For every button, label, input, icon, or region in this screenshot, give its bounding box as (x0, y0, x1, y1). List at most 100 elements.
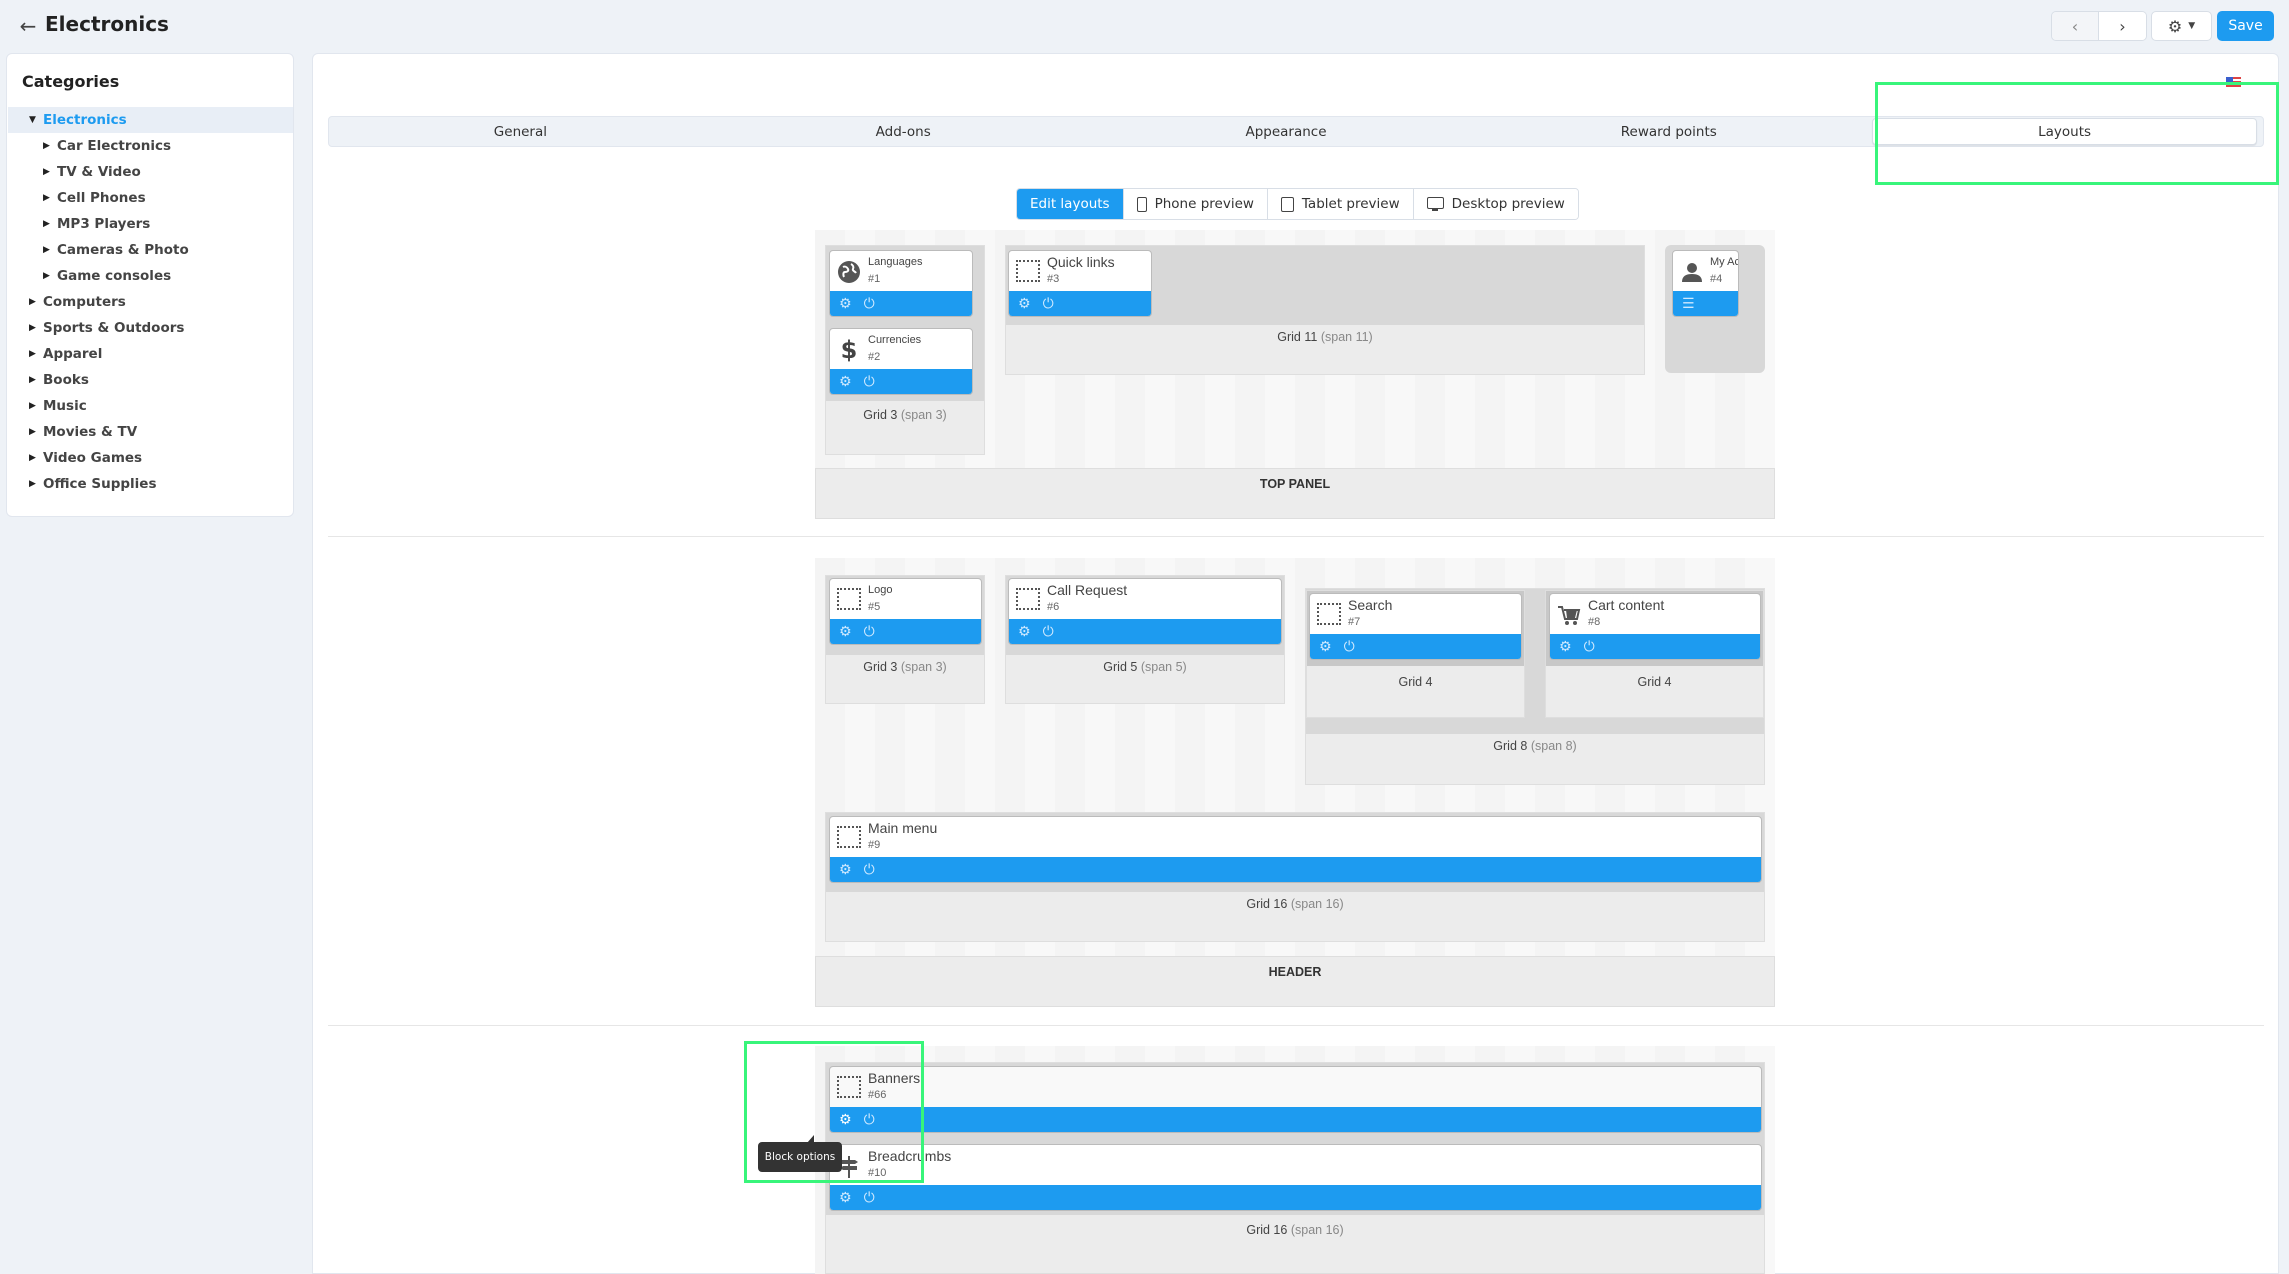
sidebar-item[interactable]: ▶ Computers (8, 289, 293, 315)
block-cart-content[interactable]: Cart content #8 ⚙ ⏻ (1549, 593, 1761, 660)
caret-right-icon[interactable]: ▶ (43, 193, 53, 203)
sidebar-item-label: Car Electronics (57, 138, 172, 154)
caret-right-icon[interactable]: ▶ (43, 245, 53, 255)
prev-button[interactable]: ‹ (2052, 12, 2099, 40)
caret-right-icon[interactable]: ▶ (43, 141, 53, 151)
prev-next-group: ‹ › (2051, 11, 2147, 41)
gear-icon[interactable]: ⚙ (839, 297, 852, 311)
block-currencies[interactable]: $ Currencies #2 ⚙ ⏻ (829, 328, 973, 395)
power-icon[interactable]: ⏻ (1043, 625, 1054, 639)
tab-appearance[interactable]: Appearance (1095, 117, 1478, 146)
sidebar-item[interactable]: ▶ Books (8, 367, 293, 393)
gear-icon[interactable]: ⚙ (1018, 625, 1031, 639)
settings-dropdown-button[interactable]: ⚙ ▼ (2151, 11, 2212, 41)
gear-icon[interactable]: ⚙ (1018, 297, 1031, 311)
caret-right-icon[interactable]: ▶ (29, 375, 39, 385)
sidebar-item[interactable]: ▶ Sports & Outdoors (8, 315, 293, 341)
block-quick-links[interactable]: Quick links #3 ⚙ ⏻ (1008, 250, 1152, 317)
power-icon[interactable]: ⏻ (864, 625, 875, 639)
gear-icon[interactable]: ⚙ (1319, 640, 1332, 654)
placeholder-icon (1016, 588, 1040, 610)
edit-layouts-button[interactable]: Edit layouts (1017, 189, 1123, 219)
sidebar-item[interactable]: ▶ Movies & TV (8, 419, 293, 445)
power-icon[interactable]: ⏻ (864, 375, 875, 389)
sidebar-item[interactable]: ▶ Cameras & Photo (8, 237, 293, 263)
menu-icon[interactable]: ☰ (1682, 297, 1695, 311)
preview-label: Edit layouts (1030, 196, 1110, 212)
block-id: #9 (868, 839, 881, 851)
caret-right-icon[interactable]: ▶ (43, 219, 53, 229)
tab-add-ons[interactable]: Add-ons (712, 117, 1095, 146)
block-id: #8 (1588, 616, 1601, 628)
gear-icon[interactable]: ⚙ (839, 1113, 852, 1127)
caret-right-icon[interactable]: ▶ (29, 479, 39, 489)
gear-icon[interactable]: ⚙ (839, 1191, 852, 1205)
preview-switcher: Edit layouts Phone preview Tablet preview D… (1016, 188, 1579, 220)
gear-icon[interactable]: ⚙ (839, 375, 852, 389)
sidebar-item[interactable]: ▶ Apparel (8, 341, 293, 367)
block-name: Cart content (1588, 597, 1665, 613)
category-tree: ▼ Electronics ▶ Car Electronics ▶ TV & Video ▶… (8, 107, 293, 497)
sidebar-item[interactable]: ▶ Music (8, 393, 293, 419)
save-button[interactable]: Save (2217, 11, 2274, 41)
tab-general[interactable]: General (329, 117, 712, 146)
block-name: Quick links (1047, 254, 1115, 270)
gear-icon[interactable]: ⚙ (839, 863, 852, 877)
caret-right-icon[interactable]: ▶ (29, 323, 39, 333)
block-languages[interactable]: Languages #1 ⚙ ⏻ (829, 250, 973, 317)
sidebar-item[interactable]: ▶ Game consoles (8, 263, 293, 289)
caret-right-icon[interactable]: ▶ (29, 297, 39, 307)
desktop-preview-button[interactable]: Desktop preview (1412, 189, 1578, 219)
grid-label: Grid 8 (span 8) (1493, 739, 1577, 753)
tab-layouts[interactable]: Layouts (1872, 118, 2257, 145)
power-icon[interactable]: ⏻ (864, 1113, 875, 1127)
sidebar-item-label: Books (43, 372, 89, 388)
phone-icon (1136, 196, 1147, 212)
caret-right-icon[interactable]: ▶ (29, 427, 39, 437)
sidebar-item[interactable]: ▶ MP3 Players (8, 211, 293, 237)
sidebar-item[interactable]: ▶ Car Electronics (8, 133, 293, 159)
sidebar-title: Categories (22, 72, 120, 91)
block-id: #3 (1047, 273, 1060, 285)
sidebar-item-label: Computers (43, 294, 126, 310)
power-icon[interactable]: ⏻ (864, 1191, 875, 1205)
block-id: #10 (868, 1167, 887, 1179)
gear-icon[interactable]: ⚙ (1559, 640, 1572, 654)
caret-right-icon[interactable]: ▶ (29, 349, 39, 359)
block-logo[interactable]: Logo #5 ⚙ ⏻ (829, 578, 982, 645)
block-my-account[interactable]: My Accou #4 ☰ (1672, 250, 1739, 317)
next-button[interactable]: › (2099, 12, 2146, 40)
grid-label: Grid 4 (1398, 675, 1433, 689)
block-id: #66 (868, 1089, 887, 1101)
block-search[interactable]: Search #7 ⚙ ⏻ (1309, 593, 1522, 660)
power-icon[interactable]: ⏻ (1584, 640, 1595, 654)
caret-right-icon[interactable]: ▶ (29, 453, 39, 463)
gear-icon[interactable]: ⚙ (839, 625, 852, 639)
us-flag-icon[interactable] (2226, 77, 2241, 87)
power-icon[interactable]: ⏻ (1344, 640, 1355, 654)
caret-right-icon[interactable]: ▶ (29, 401, 39, 411)
sidebar-item-label: TV & Video (57, 164, 141, 180)
block-call-request[interactable]: Call Request #6 ⚙ ⏻ (1008, 578, 1282, 645)
block-banners[interactable]: Banners #66 ⚙ ⏻ (829, 1066, 1762, 1133)
sidebar-item[interactable]: ▶ Video Games (8, 445, 293, 471)
tab-reward-points[interactable]: Reward points (1477, 117, 1860, 146)
sidebar-item[interactable]: ▶ Cell Phones (8, 185, 293, 211)
block-breadcrumbs[interactable]: Breadcrumbs #10 ⚙ ⏻ (829, 1144, 1762, 1211)
power-icon[interactable]: ⏻ (1043, 297, 1054, 311)
block-main-menu[interactable]: Main menu #9 ⚙ ⏻ (829, 816, 1762, 883)
tablet-icon (1280, 196, 1294, 212)
sidebar-item[interactable]: ▼ Electronics (8, 107, 293, 133)
sidebar-item[interactable]: ▶ TV & Video (8, 159, 293, 185)
caret-down-icon[interactable]: ▼ (29, 115, 39, 125)
power-icon[interactable]: ⏻ (864, 863, 875, 877)
power-icon[interactable]: ⏻ (864, 297, 875, 311)
caret-right-icon[interactable]: ▶ (43, 271, 53, 281)
tablet-preview-button[interactable]: Tablet preview (1266, 189, 1413, 219)
back-button[interactable]: ← (16, 14, 40, 38)
sidebar-item[interactable]: ▶ Office Supplies (8, 471, 293, 497)
phone-preview-button[interactable]: Phone preview (1122, 189, 1267, 219)
caret-right-icon[interactable]: ▶ (43, 167, 53, 177)
block-id: #4 (1710, 273, 1723, 285)
sidebar-item-label: Music (43, 398, 87, 414)
